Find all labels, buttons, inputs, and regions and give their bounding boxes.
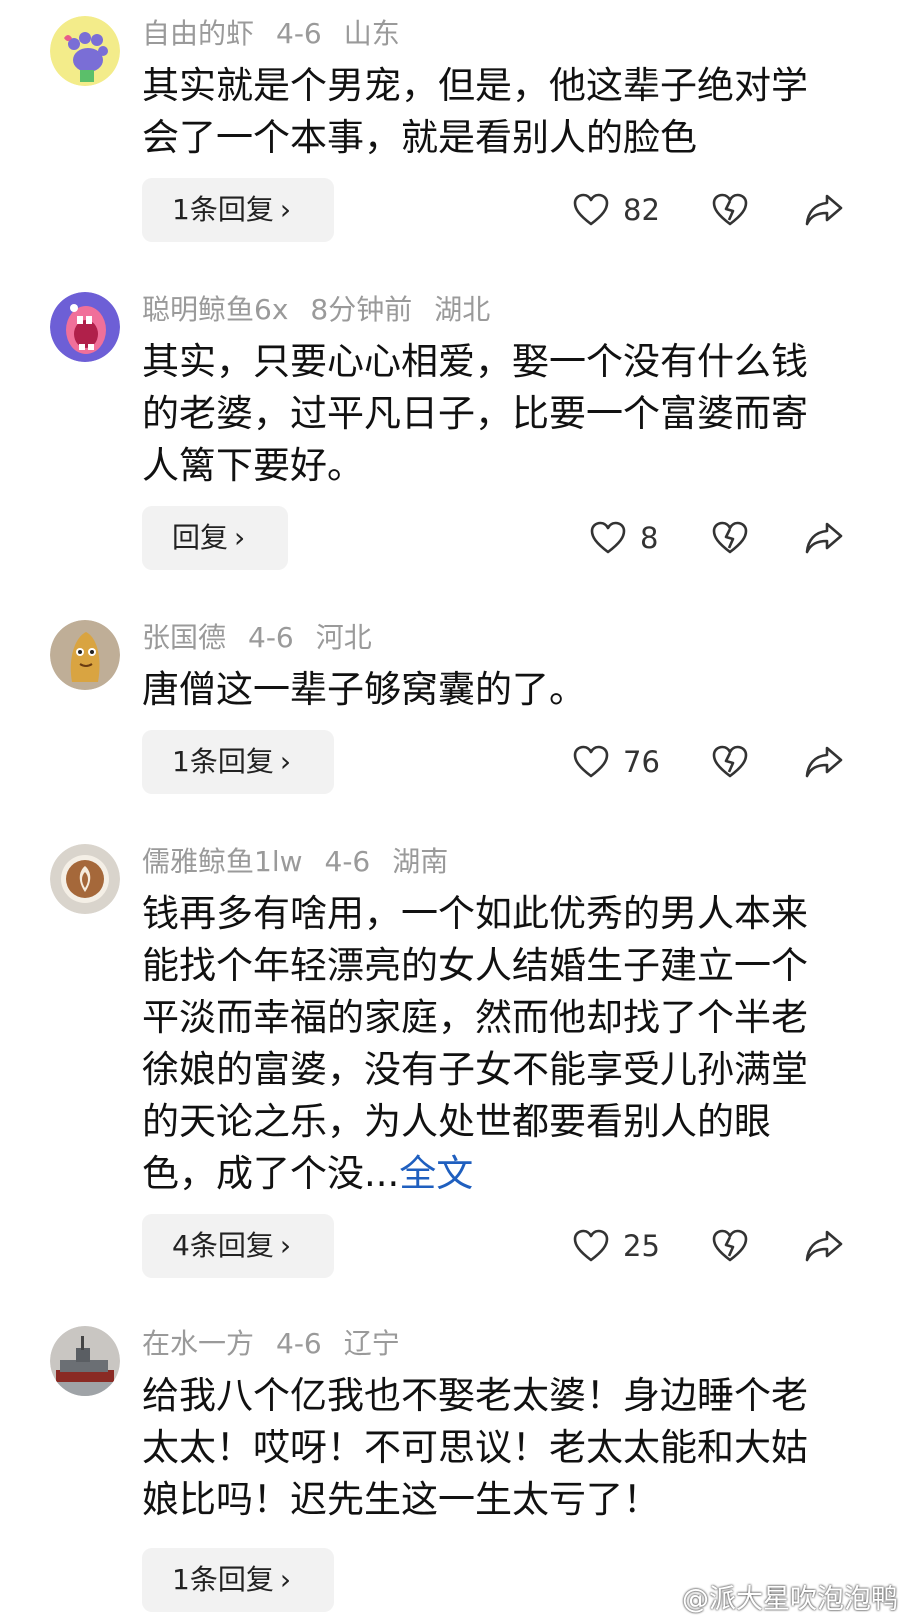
broken-heart-icon: [712, 745, 748, 778]
share-icon: [805, 194, 843, 226]
like-count: 76: [623, 745, 660, 779]
timestamp: 8分钟前: [310, 293, 413, 326]
location: 湖南: [392, 845, 449, 878]
heart-icon: [573, 193, 609, 226]
reply-label: 1条回复: [172, 193, 274, 226]
like-count: 82: [623, 193, 660, 227]
dislike-button[interactable]: [712, 516, 748, 560]
like-count: 25: [623, 1229, 660, 1263]
timestamp: 4-6: [276, 1327, 322, 1360]
share-button[interactable]: [805, 740, 843, 784]
watermark: @派大星吹泡泡鸭: [682, 1584, 898, 1615]
chevron-right-icon: ›: [279, 745, 292, 778]
chevron-right-icon: ›: [234, 521, 246, 554]
dislike-button[interactable]: [712, 188, 748, 232]
timestamp: 4-6: [248, 621, 294, 654]
reply-button[interactable]: 1条回复 ›: [142, 730, 334, 794]
reply-button[interactable]: 4条回复 ›: [142, 1214, 334, 1278]
heart-icon: [573, 1229, 609, 1262]
share-icon: [805, 522, 843, 554]
like-button[interactable]: 25: [573, 1224, 660, 1268]
comment-line: 唐僧这一辈子够窝囊的了。: [142, 668, 586, 711]
ship-avatar-icon[interactable]: [50, 1326, 120, 1396]
heart-icon: [590, 521, 626, 554]
username[interactable]: 张国德: [142, 621, 226, 654]
comment-line: 徐娘的富婆，没有子女不能享受儿孙满堂: [142, 1048, 808, 1091]
chevron-right-icon: ›: [279, 1229, 292, 1262]
broken-heart-icon: [712, 1229, 748, 1262]
comment-line: 娘比吗！迟先生这一生太亏了！: [142, 1478, 660, 1521]
comment-line: 钱再多有啥用，一个如此优秀的男人本来: [142, 892, 808, 935]
heart-icon: [573, 745, 609, 778]
location: 辽宁: [343, 1327, 400, 1360]
broken-heart-icon: [712, 193, 748, 226]
comment-text: 唐僧这一辈子够窝囊的了。: [142, 664, 872, 716]
comment-text: 给我八个亿我也不娶老太婆！身边睡个老 太太！哎呀！不可思议！老太太能和大姑 娘比…: [142, 1370, 872, 1526]
share-button[interactable]: [805, 516, 843, 560]
comment-line: 平淡而幸福的家庭，然而他却找了个半老: [142, 996, 808, 1039]
comment-meta: 在水一方 4-6 辽宁: [142, 1326, 422, 1362]
username[interactable]: 自由的虾: [142, 17, 254, 50]
cartoon-avatar-icon[interactable]: [50, 620, 120, 690]
monster-avatar-icon[interactable]: [50, 292, 120, 362]
expand-full-text-link[interactable]: 全文: [399, 1152, 473, 1195]
dislike-button[interactable]: [712, 740, 748, 784]
share-button[interactable]: [805, 1224, 843, 1268]
location: 河北: [315, 621, 372, 654]
comment-line: 其实就是个男宠，但是，他这辈子绝对学: [142, 64, 808, 107]
comment-text: 其实就是个男宠，但是，他这辈子绝对学 会了一个本事，就是看别人的脸色: [142, 60, 872, 164]
like-button[interactable]: 76: [573, 740, 660, 784]
share-button[interactable]: [805, 188, 843, 232]
location: 湖北: [434, 293, 491, 326]
comment-line: 给我八个亿我也不娶老太婆！身边睡个老: [142, 1374, 808, 1417]
reply-label: 回复: [172, 521, 229, 554]
comment-meta: 张国德 4-6 河北: [142, 620, 394, 656]
timestamp: 4-6: [276, 17, 322, 50]
latte-avatar-icon[interactable]: [50, 844, 120, 914]
share-icon: [805, 746, 843, 778]
comment-line: 人篱下要好。: [142, 444, 364, 487]
like-button[interactable]: 8: [590, 516, 658, 560]
username[interactable]: 聪明鲸鱼6x: [142, 293, 288, 326]
comment-line: 能找个年轻漂亮的女人结婚生子建立一个: [142, 944, 808, 987]
reply-button[interactable]: 1条回复 ›: [142, 1548, 334, 1612]
comment-text: 钱再多有啥用，一个如此优秀的男人本来 能找个年轻漂亮的女人结婚生子建立一个 平淡…: [142, 888, 872, 1200]
comment-line: 会了一个本事，就是看别人的脸色: [142, 116, 697, 159]
broken-heart-icon: [712, 521, 748, 554]
dislike-button[interactable]: [712, 1224, 748, 1268]
comment-line: 的老婆，过平凡日子，比要一个富婆而寄: [142, 392, 808, 435]
comment-line-truncated: 色，成了个没...全文: [142, 1148, 872, 1200]
comment-line: 太太！哎呀！不可思议！老太太能和大姑: [142, 1426, 808, 1469]
location: 山东: [343, 17, 400, 50]
paw-avatar-icon[interactable]: [50, 16, 120, 86]
like-button[interactable]: 82: [573, 188, 660, 232]
reply-label: 1条回复: [172, 745, 274, 778]
comment-meta: 自由的虾 4-6 山东: [142, 16, 422, 52]
comment-line: 其实，只要心心相爱，娶一个没有什么钱: [142, 340, 808, 383]
username[interactable]: 儒雅鲸鱼1lw: [142, 845, 303, 878]
comment-text: 其实，只要心心相爱，娶一个没有什么钱 的老婆，过平凡日子，比要一个富婆而寄 人篱…: [142, 336, 872, 492]
truncated-text: 色，成了个没...: [142, 1152, 400, 1195]
comment-meta: 儒雅鲸鱼1lw 4-6 湖南: [142, 844, 470, 880]
reply-button[interactable]: 回复 ›: [142, 506, 288, 570]
timestamp: 4-6: [324, 845, 371, 878]
reply-button[interactable]: 1条回复 ›: [142, 178, 334, 242]
username[interactable]: 在水一方: [142, 1327, 254, 1360]
chevron-right-icon: ›: [279, 193, 292, 226]
share-icon: [805, 1230, 843, 1262]
comment-meta: 聪明鲸鱼6x 8分钟前 湖北: [142, 292, 512, 328]
reply-label: 1条回复: [172, 1563, 274, 1596]
comment-line: 的天论之乐，为人处世都要看别人的眼: [142, 1100, 771, 1143]
chevron-right-icon: ›: [279, 1563, 292, 1596]
like-count: 8: [640, 521, 659, 555]
reply-label: 4条回复: [172, 1229, 274, 1262]
